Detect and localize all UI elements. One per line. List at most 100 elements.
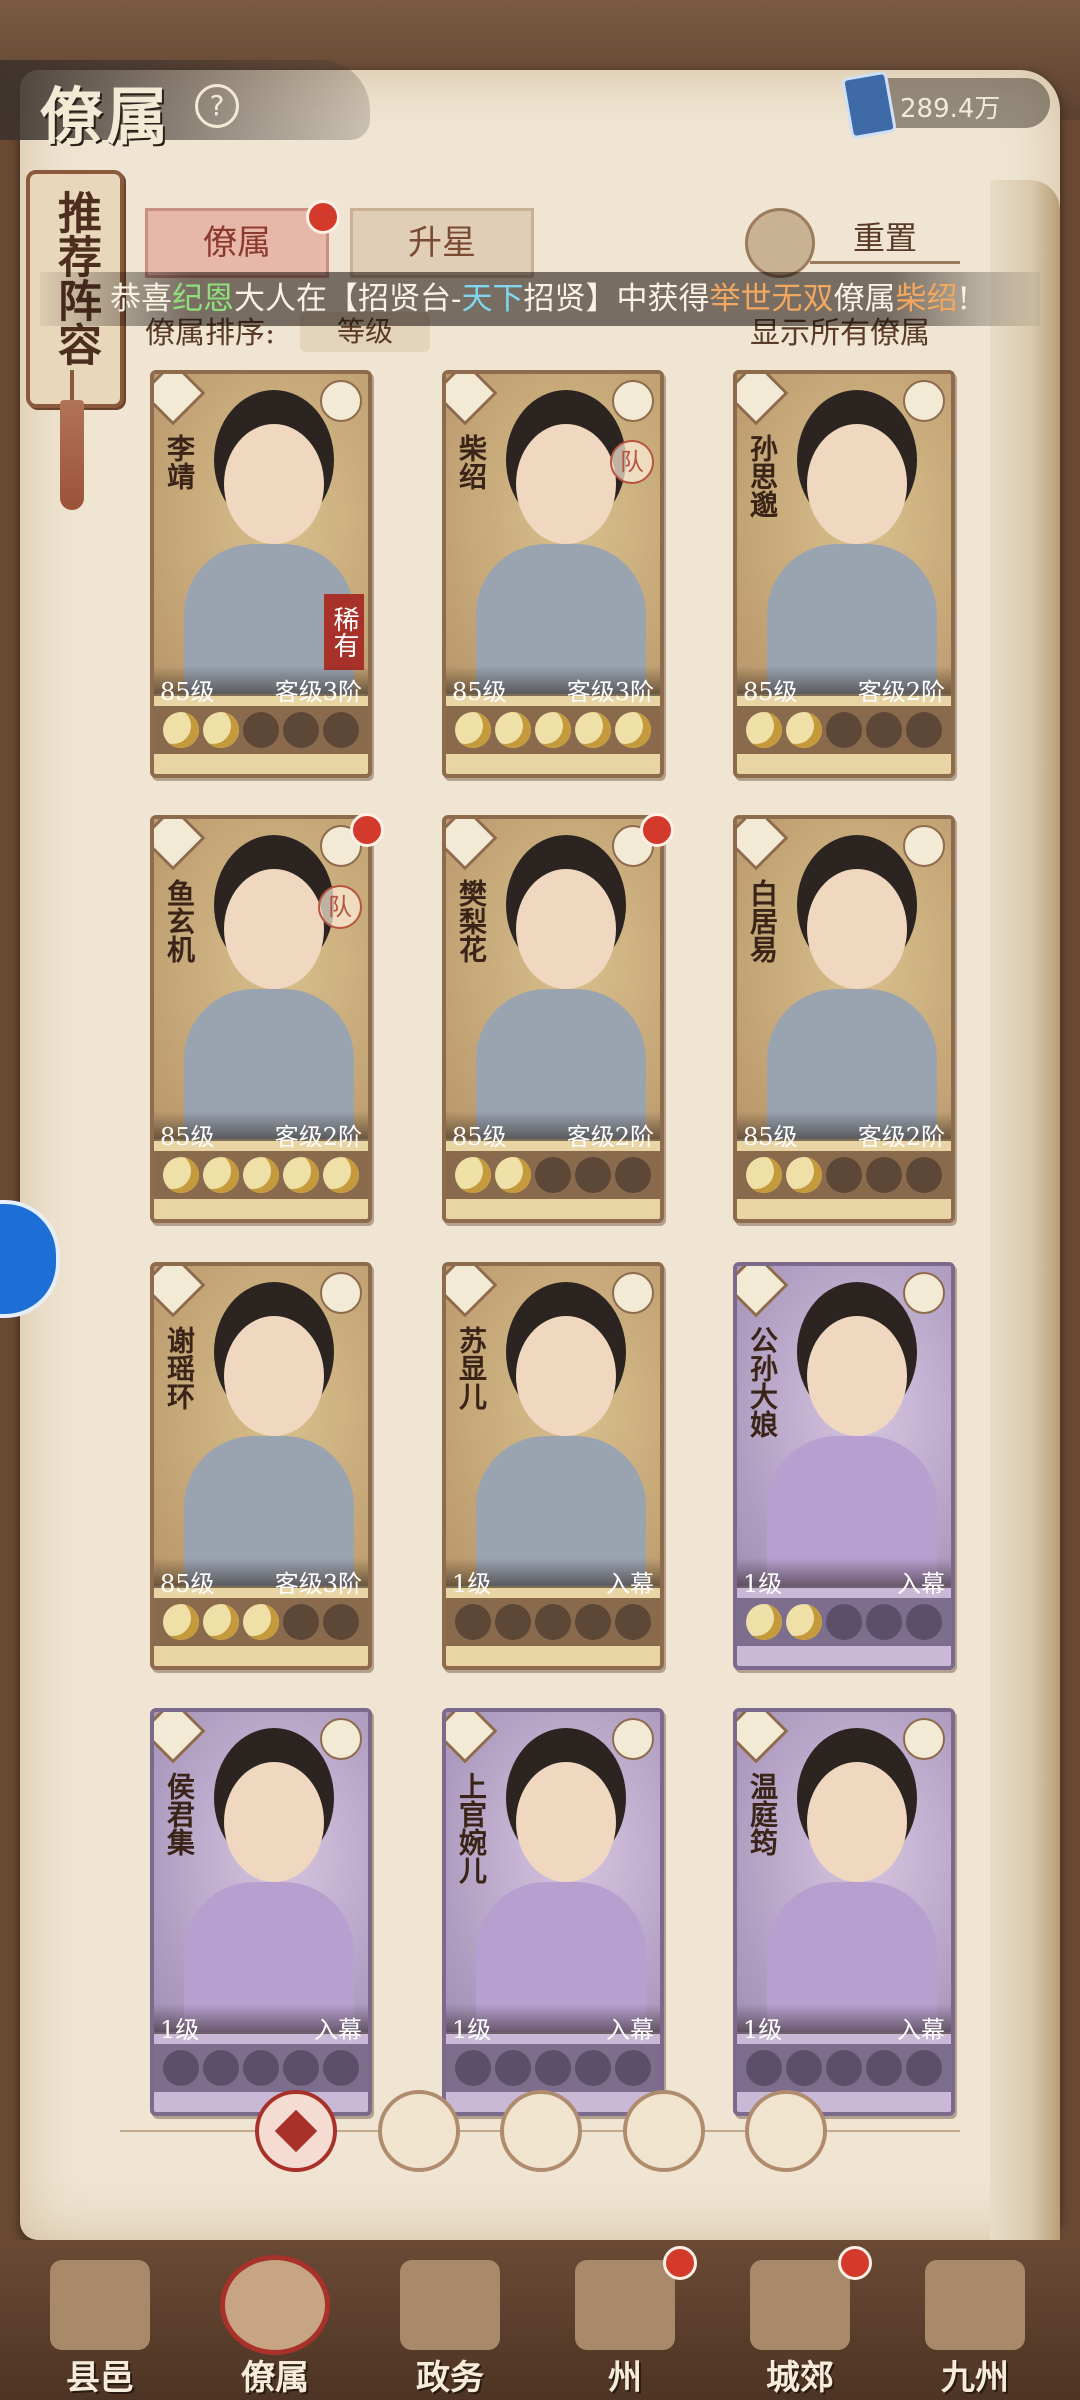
retainer-card[interactable]: 侯君集 1级 入幕 [150, 1708, 372, 2116]
nav-county[interactable]: 县邑 [20, 2240, 180, 2400]
retainer-rank: 客级3阶 [274, 678, 362, 706]
filter-military-icon[interactable] [500, 2090, 582, 2172]
portrait-image [154, 1712, 368, 2032]
nav-affairs[interactable]: 政务 [370, 2240, 530, 2400]
moon-star-filled-icon [786, 712, 822, 748]
retainer-card[interactable]: 柴绍 队 85级 客级3阶 [442, 370, 664, 778]
moon-star-filled-icon [203, 712, 239, 748]
star-row [737, 1598, 951, 1646]
page-title: 僚属 [40, 80, 173, 153]
nav-label: 九州 [941, 2358, 1009, 2398]
moon-star-empty-icon [243, 2050, 279, 2086]
map-scroll-icon [925, 2260, 1025, 2350]
retainer-level: 1级 [743, 2016, 783, 2044]
retainer-card[interactable]: 孙思邈 85级 客级2阶 [733, 370, 955, 778]
tab-star-up[interactable]: 升星 [350, 208, 534, 278]
currency-display[interactable]: 289.4万 [840, 70, 1050, 140]
reset-icon[interactable] [745, 208, 815, 278]
nav-nine-states[interactable]: 九州 [895, 2240, 1055, 2400]
star-row [154, 1598, 368, 1646]
role-icon [320, 1272, 362, 1314]
moon-star-filled-icon [495, 712, 531, 748]
role-icon [612, 1718, 654, 1760]
nav-label: 僚属 [241, 2358, 309, 2398]
retainer-card[interactable]: 樊梨花 85级 客级2阶 [442, 815, 664, 1223]
portrait-figure [224, 424, 324, 544]
portrait-image [154, 1266, 368, 1586]
retainer-rank: 客级2阶 [857, 1123, 945, 1151]
portrait-figure [516, 1316, 616, 1436]
help-icon[interactable]: ? [195, 84, 239, 128]
star-row [154, 706, 368, 754]
affairs-desk-icon [400, 2260, 500, 2350]
retainer-card[interactable]: 苏显儿 1级 入幕 [442, 1262, 664, 1670]
portrait-figure [516, 1762, 616, 1882]
retainer-name: 孙思邈 [746, 434, 779, 518]
moon-star-empty-icon [906, 1157, 942, 1193]
retainer-rank: 客级2阶 [566, 1123, 654, 1151]
retainer-card[interactable]: 鱼玄机 队 85级 客级2阶 [150, 815, 372, 1223]
portrait-figure [224, 869, 324, 989]
retainer-card[interactable]: 温庭筠 1级 入幕 [733, 1708, 955, 2116]
retainer-level: 85级 [160, 1123, 215, 1151]
retainer-card[interactable]: 公孙大娘 1级 入幕 [733, 1262, 955, 1670]
filter-fan-icon[interactable] [623, 2090, 705, 2172]
nav-label: 政务 [416, 2358, 484, 2398]
retainer-card[interactable]: 李靖 稀有 85级 客级3阶 [150, 370, 372, 778]
nav-state[interactable]: 州 [545, 2240, 705, 2400]
nav-retainers[interactable]: 僚属 [195, 2240, 355, 2400]
star-row [154, 1151, 368, 1199]
announce-text: 恭喜 [110, 281, 173, 317]
retainer-card[interactable]: 白居易 85级 客级2阶 [733, 815, 955, 1223]
moon-star-empty-icon [535, 1604, 571, 1640]
retainer-level: 85级 [160, 678, 215, 706]
suburbs-cart-icon [750, 2260, 850, 2350]
role-icon [903, 380, 945, 422]
moon-star-filled-icon [203, 1604, 239, 1640]
retainer-name: 温庭筠 [746, 1772, 779, 1856]
filter-all-icon[interactable] [255, 2090, 337, 2172]
currency-value: 289.4万 [900, 94, 1001, 124]
moon-star-filled-icon [243, 1157, 279, 1193]
moon-star-empty-icon [786, 2050, 822, 2086]
tab-retainers[interactable]: 僚属 [145, 208, 329, 278]
moon-star-filled-icon [746, 1604, 782, 1640]
team-badge: 队 [610, 440, 654, 484]
moon-star-filled-icon [455, 712, 491, 748]
moon-star-empty-icon [866, 2050, 902, 2086]
moon-star-empty-icon [495, 1604, 531, 1640]
portrait-figure [224, 1316, 324, 1436]
notification-dot [350, 813, 384, 847]
role-icon [612, 1272, 654, 1314]
announcement-banner: 恭喜纪恩大人在【招贤台-天下招贤】中获得举世无双僚属柴绍! [40, 272, 1040, 326]
moon-star-empty-icon [906, 1604, 942, 1640]
moon-star-filled-icon [455, 1157, 491, 1193]
filter-civil-icon[interactable] [378, 2090, 460, 2172]
retainer-rank: 客级3阶 [274, 1570, 362, 1598]
moon-star-empty-icon [283, 2050, 319, 2086]
portrait-image [737, 1712, 951, 2032]
retainer-card[interactable]: 上官婉儿 1级 入幕 [442, 1708, 664, 2116]
portrait-figure [516, 424, 616, 544]
moon-star-empty-icon [826, 712, 862, 748]
book-currency-icon [840, 70, 898, 140]
retainer-rank: 客级3阶 [566, 678, 654, 706]
moon-star-filled-icon [615, 712, 651, 748]
portrait-figure [807, 1316, 907, 1436]
moon-star-filled-icon [163, 1604, 199, 1640]
moon-star-filled-icon [163, 712, 199, 748]
star-row [446, 1598, 660, 1646]
filter-beast-icon[interactable] [745, 2090, 827, 2172]
role-icon [612, 380, 654, 422]
bottom-nav: 县邑 僚属 政务 州 城郊 九州 [0, 2240, 1080, 2400]
reset-button[interactable]: 重置 [810, 215, 960, 264]
nav-suburbs[interactable]: 城郊 [720, 2240, 880, 2400]
moon-star-empty-icon [615, 1157, 651, 1193]
moon-star-empty-icon [323, 1604, 359, 1640]
moon-star-empty-icon [866, 1604, 902, 1640]
announce-text: ! [957, 281, 970, 317]
portrait-figure [807, 424, 907, 544]
moon-star-filled-icon [495, 1157, 531, 1193]
retainer-rank: 入幕 [897, 1570, 945, 1598]
retainer-card[interactable]: 谢瑶环 85级 客级3阶 [150, 1262, 372, 1670]
